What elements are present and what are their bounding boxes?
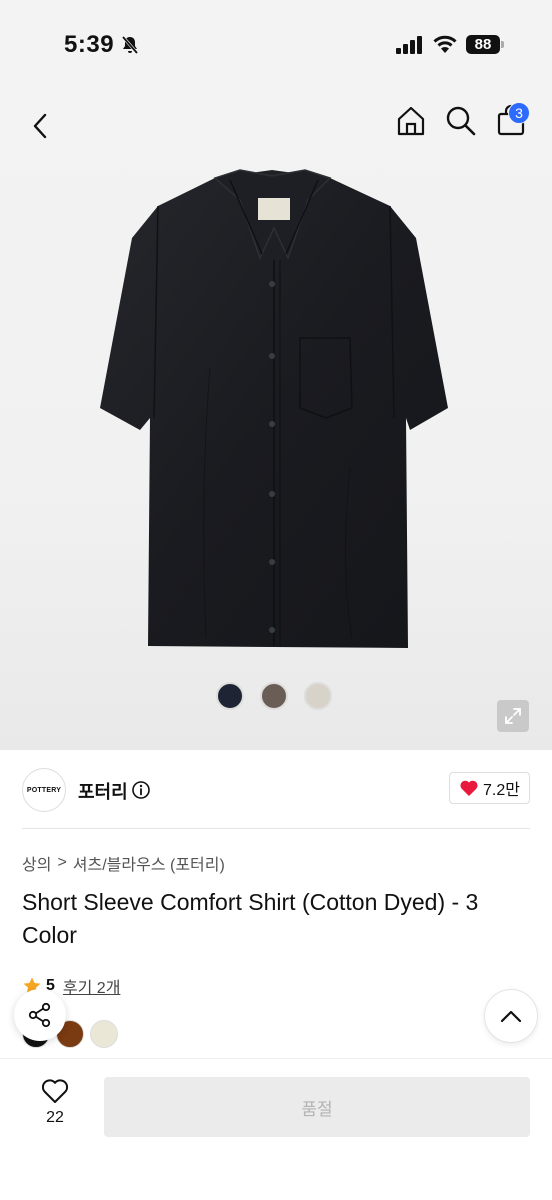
swatch-dot-navy[interactable]: [216, 682, 244, 710]
search-icon[interactable]: [444, 104, 478, 138]
status-bar: 5:39 88: [0, 0, 552, 90]
info-icon[interactable]: [131, 780, 151, 800]
product-image: [100, 169, 448, 648]
cart-count-badge: 3: [508, 102, 530, 124]
battery-indicator: 88: [466, 35, 500, 54]
brand-row: POTTERY 포터리 7.2만: [22, 766, 530, 814]
battery-nub: [501, 41, 504, 48]
swatch-dot-brown[interactable]: [260, 682, 288, 710]
bottom-action-bar: 22 품절: [0, 1058, 552, 1200]
review-count-link[interactable]: 후기 2개: [63, 974, 121, 998]
expand-image-button[interactable]: [497, 700, 529, 732]
status-time: 5:39: [64, 31, 115, 58]
scroll-to-top-button[interactable]: [484, 989, 538, 1043]
wishlist-count: 22: [46, 1109, 64, 1126]
brand-like-count: 7.2만: [483, 782, 520, 799]
color-option-cream[interactable]: [90, 1020, 118, 1048]
expand-icon: [505, 708, 521, 724]
wishlist-button[interactable]: 22: [30, 1077, 80, 1133]
breadcrumb-item-subcategory[interactable]: 셔츠/블라우스 (포터리): [73, 851, 225, 875]
brand-name[interactable]: 포터리: [78, 778, 128, 804]
brand-logo[interactable]: POTTERY: [22, 768, 66, 812]
share-button[interactable]: [14, 989, 66, 1041]
bell-off-icon: [121, 36, 139, 54]
swatch-dot-beige[interactable]: [304, 682, 332, 710]
home-icon[interactable]: [394, 104, 428, 138]
chevron-up-icon: [500, 1010, 522, 1023]
wifi-icon: [433, 35, 457, 53]
product-image-carousel[interactable]: 3: [0, 90, 552, 750]
signal-icon: [396, 36, 422, 54]
divider: [22, 828, 530, 829]
back-button[interactable]: [22, 108, 58, 144]
image-swatch-selector[interactable]: [216, 682, 332, 710]
breadcrumb-item-category[interactable]: 상의: [22, 851, 51, 875]
brand-like-button[interactable]: 7.2만: [449, 772, 530, 804]
chevron-left-icon: [33, 113, 47, 139]
heart-filled-icon: [460, 780, 478, 796]
breadcrumb-separator: >: [57, 854, 67, 871]
product-title: Short Sleeve Comfort Shirt (Cotton Dyed)…: [22, 889, 479, 948]
share-icon: [28, 1002, 51, 1028]
heart-outline-icon: [41, 1079, 69, 1103]
sold-out-button[interactable]: 품절: [104, 1077, 530, 1137]
breadcrumb: 상의 > 셔츠/블라우스 (포터리): [22, 851, 225, 875]
